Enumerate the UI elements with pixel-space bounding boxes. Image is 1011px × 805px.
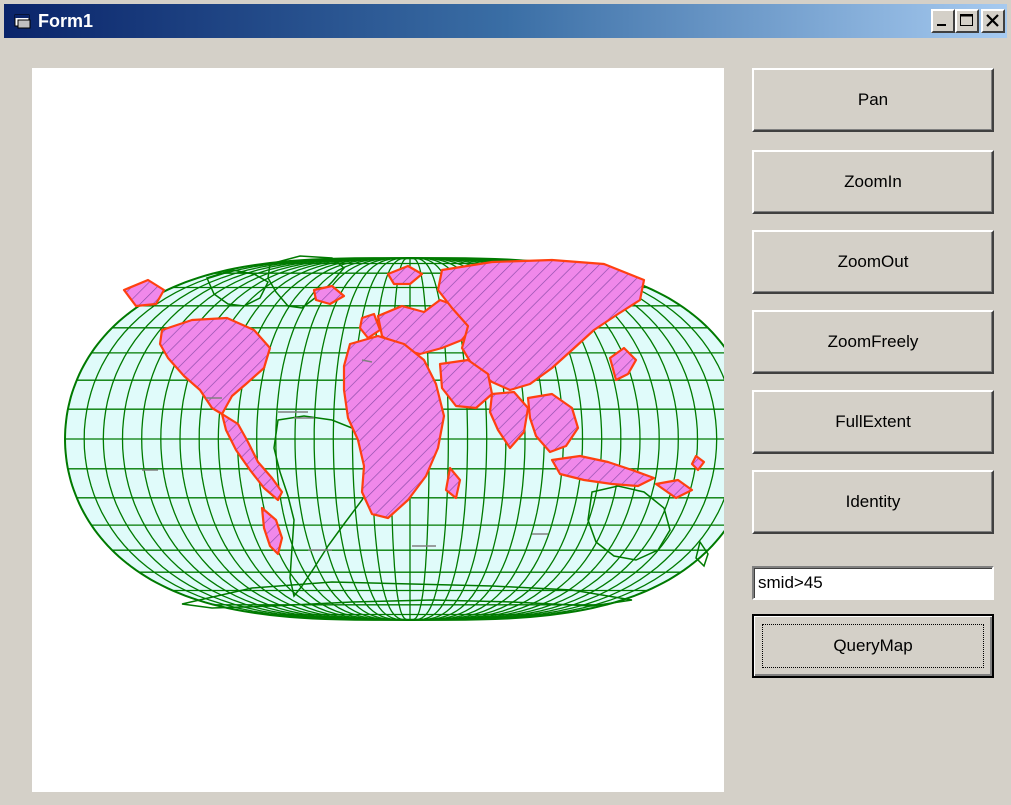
title-bar[interactable]: Form1 bbox=[4, 4, 1007, 38]
zoom-freely-label: ZoomFreely bbox=[827, 332, 919, 351]
minimize-button[interactable] bbox=[931, 9, 955, 33]
close-icon bbox=[986, 14, 999, 27]
maximize-icon bbox=[960, 14, 973, 26]
maximize-button[interactable] bbox=[955, 9, 979, 33]
identity-label: Identity bbox=[845, 492, 901, 511]
window-title: Form1 bbox=[38, 11, 94, 31]
zoom-in-label: ZoomIn bbox=[844, 172, 902, 191]
identity-button[interactable]: Identity bbox=[752, 470, 994, 534]
minimize-icon bbox=[937, 24, 946, 26]
form-icon bbox=[14, 14, 31, 29]
query-input[interactable] bbox=[752, 566, 994, 600]
zoom-freely-button[interactable]: ZoomFreely bbox=[752, 310, 994, 374]
full-extent-label: FullExtent bbox=[835, 412, 911, 431]
zoom-out-button[interactable]: ZoomOut bbox=[752, 230, 994, 294]
pan-label: Pan bbox=[857, 90, 889, 109]
world-map[interactable] bbox=[32, 68, 757, 792]
zoom-out-label: ZoomOut bbox=[837, 252, 909, 271]
form-window: Form1 Pan ZoomIn ZoomOut ZoomFreely Full… bbox=[0, 0, 1011, 805]
full-extent-button[interactable]: FullExtent bbox=[752, 390, 994, 454]
close-button[interactable] bbox=[981, 9, 1005, 33]
map-control[interactable] bbox=[32, 68, 757, 792]
zoom-in-button[interactable]: ZoomIn bbox=[752, 150, 994, 214]
query-map-button[interactable]: QueryMap bbox=[752, 614, 994, 678]
pan-button[interactable]: Pan bbox=[752, 68, 994, 132]
focus-rectangle bbox=[762, 624, 984, 668]
land-alaska bbox=[122, 278, 166, 308]
